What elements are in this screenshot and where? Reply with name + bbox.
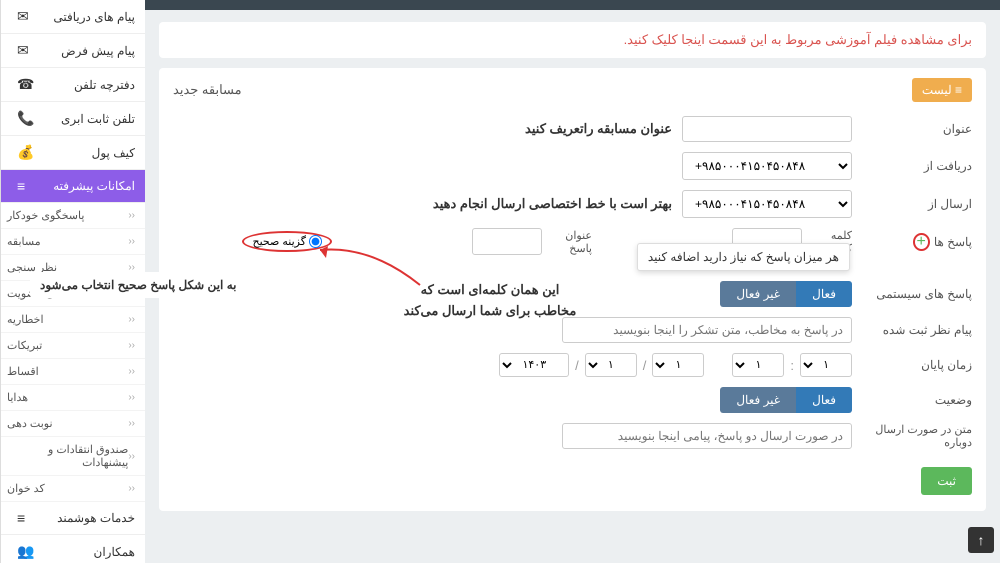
- users-icon: 👥: [17, 543, 34, 560]
- sidebar-sub-gifts[interactable]: ‹‹هدایا: [1, 385, 145, 411]
- tutorial-notice[interactable]: برای مشاهده فیلم آموزشی مربوط به این قسم…: [159, 22, 986, 58]
- answer-title-input[interactable]: [472, 228, 542, 255]
- sidebar-sub-suggestions[interactable]: ‹‹صندوق انتقادات و پیشنهادات: [1, 437, 145, 476]
- endtime-label: زمان پایان: [862, 358, 972, 372]
- panel-title: مسابقه جدید: [173, 82, 242, 98]
- send-label: ارسال از: [862, 197, 972, 211]
- add-answer-icon[interactable]: +: [913, 233, 930, 251]
- answer-title-label: عنوان پاسخ: [552, 229, 592, 255]
- date-picker: ۱ : ۱ ۱ / ۱ / ۱۴۰۳: [499, 353, 852, 377]
- wallet-icon: 💰: [17, 144, 34, 161]
- title-label: عنوان: [862, 122, 972, 136]
- arrow-up-icon: ↑: [978, 532, 985, 548]
- inactive-button-2[interactable]: غیر فعال: [720, 387, 796, 413]
- sidebar-item-wallet[interactable]: کیف پول💰: [1, 136, 145, 170]
- receive-label: دریافت از: [862, 159, 972, 173]
- status-label: وضعیت: [862, 393, 972, 407]
- sidebar-sub-contest[interactable]: ‹‹مسابقه: [1, 229, 145, 255]
- sidebar-item-phonebook[interactable]: دفترچه تلفن☎: [1, 68, 145, 102]
- annotation-arrow: [310, 240, 430, 303]
- sidebar-item-colleagues[interactable]: همکاران👥: [1, 535, 145, 563]
- phone-icon: ☎: [17, 76, 34, 93]
- title-input[interactable]: [682, 116, 852, 142]
- date-min[interactable]: ۱: [800, 353, 852, 377]
- date-year[interactable]: ۱۴۰۳: [499, 353, 569, 377]
- scroll-top-button[interactable]: ↑: [968, 527, 994, 553]
- sidebar-item-inbox[interactable]: پیام های دریافتی✉: [1, 0, 145, 34]
- sidebar-item-cloud-phone[interactable]: تلفن ثابت ابری📞: [1, 102, 145, 136]
- top-bar: [145, 0, 1000, 10]
- resend-input[interactable]: [562, 423, 852, 449]
- sidebar-sub-scheduling[interactable]: ‹‹نوبت دهی: [1, 411, 145, 437]
- active-button-1[interactable]: فعال: [796, 281, 852, 307]
- envelope-icon: ✉: [17, 42, 29, 59]
- sidebar-sub-code-reader[interactable]: ‹‹کد خوان: [1, 476, 145, 502]
- date-hour[interactable]: ۱: [732, 353, 784, 377]
- callout-correct-option: به این شکل پاسخ صحیح انتخاب می‌شود: [30, 272, 246, 298]
- send-hint: بهتر است با خط اختصاصی ارسال انجام دهید: [433, 196, 672, 212]
- sidebar-sub-auto-answer[interactable]: ‹‹پاسخگوی خودکار: [1, 203, 145, 229]
- title-hint: عنوان مسابقه راتعریف کنید: [525, 121, 672, 137]
- sidebar-item-advanced[interactable]: امکانات پیشرفته≡: [1, 170, 145, 203]
- resend-label: متن در صورت ارسال دوباره: [862, 423, 972, 449]
- sidebar-item-smart-services[interactable]: خدمات هوشمند≡: [1, 502, 145, 535]
- date-day[interactable]: ۱: [652, 353, 704, 377]
- menu-icon: ≡: [17, 510, 25, 526]
- phone-icon: 📞: [17, 110, 34, 127]
- sys-answers-toggle: فعال غیر فعال: [720, 281, 852, 307]
- callout-add-answers: هر میزان پاسخ که نیاز دارید اضافه کنید: [637, 243, 850, 271]
- receive-select[interactable]: +۹۸۵۰۰۰۴۱۵۰۴۵۰۸۴۸: [682, 152, 852, 180]
- submit-button[interactable]: ثبت: [921, 467, 972, 495]
- active-button-2[interactable]: فعال: [796, 387, 852, 413]
- registered-msg-label: پیام نظر ثبت شده: [862, 323, 972, 337]
- send-select[interactable]: +۹۸۵۰۰۰۴۱۵۰۴۵۰۸۴۸: [682, 190, 852, 218]
- sidebar-item-default-msg[interactable]: پیام پیش فرض✉: [1, 34, 145, 68]
- inactive-button-1[interactable]: غیر فعال: [720, 281, 796, 307]
- menu-icon: ≡: [17, 178, 25, 194]
- envelope-icon: ✉: [17, 8, 29, 25]
- sidebar-sub-installments[interactable]: ‹‹اقساط: [1, 359, 145, 385]
- sidebar-sub-congrats[interactable]: ‹‹تبریکات: [1, 333, 145, 359]
- status-toggle: فعال غیر فعال: [720, 387, 852, 413]
- sys-answers-label: پاسخ های سیستمی: [862, 287, 972, 301]
- sidebar-sub-warning[interactable]: ‹‹اخطاریه: [1, 307, 145, 333]
- date-month[interactable]: ۱: [585, 353, 637, 377]
- list-button[interactable]: ≡ لیست: [912, 78, 972, 102]
- answers-label: پاسخ ها: [934, 235, 972, 249]
